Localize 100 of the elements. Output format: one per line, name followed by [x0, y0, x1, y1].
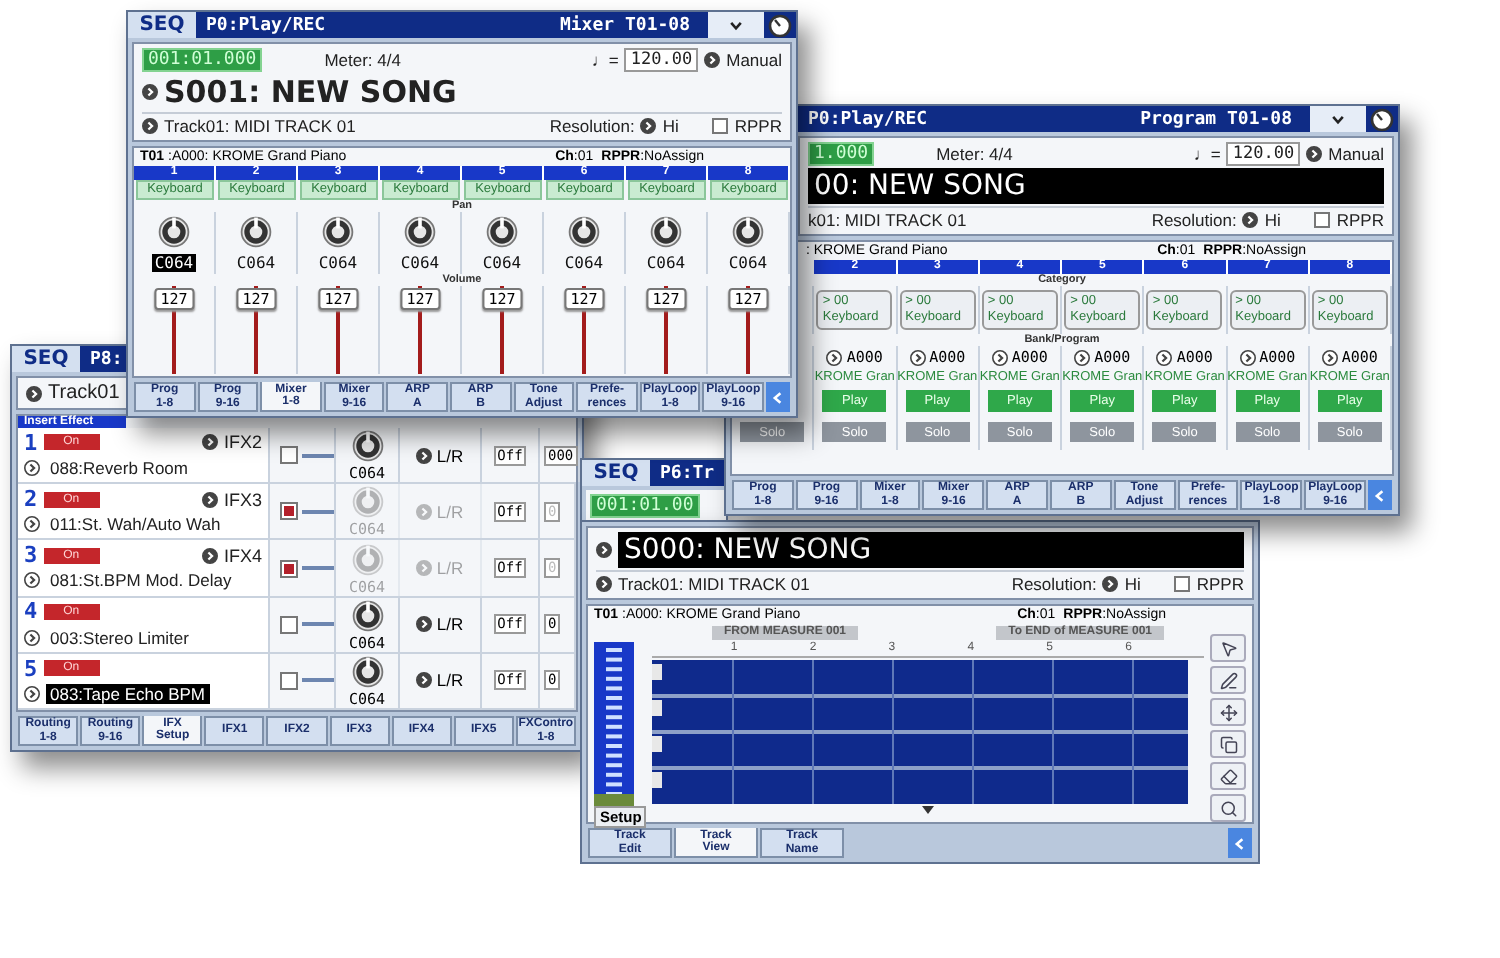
circle-arrow-icon	[991, 349, 1008, 365]
chevron-left-icon	[769, 389, 786, 405]
routing-line	[302, 566, 334, 570]
tempo-mark: ♩=	[591, 49, 619, 69]
circle-arrow-icon	[24, 572, 40, 589]
effect-name[interactable]: 003:Stereo Limiter	[46, 627, 193, 647]
knob-icon	[349, 541, 385, 577]
search-tool-button[interactable]	[1210, 794, 1246, 822]
pan-value[interactable]: C064	[398, 254, 442, 272]
output-label[interactable]: L/R	[436, 614, 464, 635]
routing-line	[302, 678, 334, 683]
chain-label[interactable]: IFX2	[223, 432, 262, 453]
chain-label[interactable]: IFX3	[223, 489, 262, 509]
dropdown-button[interactable]	[708, 12, 764, 38]
pan-value[interactable]: C064	[480, 254, 524, 272]
pan-value[interactable]: C064	[316, 254, 360, 272]
chain-checkbox[interactable]	[280, 502, 298, 521]
circle-arrow-icon	[596, 576, 612, 592]
tempo-field[interactable]: 120.00	[624, 47, 699, 71]
knob-icon	[320, 214, 356, 250]
scroll-left-button[interactable]	[1228, 828, 1252, 858]
tempo-field[interactable]: 120.00	[1226, 141, 1301, 165]
pan-value[interactable]: C064	[234, 254, 278, 272]
location-display: 1.000	[808, 141, 875, 165]
clock-icon[interactable]	[768, 13, 792, 37]
track-name[interactable]: Track01: MIDI TRACK 01	[164, 116, 356, 136]
chain-checkbox[interactable]	[280, 446, 298, 465]
slot-number: 5	[24, 657, 38, 680]
pointer-tool-button[interactable]	[1210, 634, 1246, 662]
circle-arrow-icon	[201, 491, 218, 507]
mode-tab[interactable]: SEQ	[12, 346, 80, 372]
page-title: P0:Play/REC	[806, 107, 930, 132]
effect-name[interactable]: 081:St.BPM Mod. Delay	[46, 570, 236, 591]
chain-checkbox[interactable]	[280, 615, 298, 634]
scroll-left-button[interactable]	[1367, 480, 1392, 510]
circle-arrow-icon	[640, 118, 657, 134]
scroll-left-button[interactable]	[765, 382, 790, 412]
chain-label[interactable]: IFX4	[223, 545, 262, 566]
chain-checkbox[interactable]	[280, 671, 298, 690]
page-title: P8:	[88, 347, 125, 372]
output-label[interactable]: L/R	[436, 445, 464, 466]
effect-name[interactable]: 088:Reverb Room	[46, 457, 192, 478]
circle-arrow-icon	[416, 503, 433, 520]
meter-label: Meter: 4/4	[936, 143, 1013, 163]
resolution-value[interactable]: Hi	[662, 116, 679, 136]
effect-name[interactable]: 011:St. Wah/Auto Wah	[46, 514, 225, 535]
rppr-checkbox[interactable]: RPPR	[712, 116, 782, 136]
page-title: P6:Tr	[658, 461, 717, 486]
chain-checkbox[interactable]	[280, 559, 298, 577]
resolution-value[interactable]: Hi	[1264, 210, 1281, 230]
circle-arrow-icon	[24, 459, 40, 476]
pointer-icon	[1219, 639, 1237, 657]
pan-value[interactable]: C064	[562, 254, 606, 272]
location-display: 001:01.000	[142, 47, 263, 71]
song-name[interactable]: S000: NEW SONG	[618, 532, 1244, 568]
output-label[interactable]: L/R	[436, 670, 464, 691]
circle-arrow-icon	[1074, 349, 1091, 365]
circle-arrow-icon	[704, 51, 721, 67]
knob-icon	[349, 484, 385, 521]
knob-icon	[402, 214, 438, 250]
tempo-mark: ♩=	[1193, 143, 1221, 163]
pan-value[interactable]: C064	[152, 254, 196, 272]
page-title: P0:Play/REC	[204, 13, 328, 38]
mode-tab[interactable]: SEQ	[128, 12, 196, 38]
circle-arrow-icon	[416, 616, 433, 633]
effect-name[interactable]: 083:Tape Echo BPM	[46, 683, 209, 704]
mode-tab[interactable]: SEQ	[582, 460, 650, 486]
circle-arrow-icon	[416, 672, 433, 689]
song-name[interactable]: S001: NEW SONG	[164, 74, 457, 110]
circle-arrow-icon	[1239, 349, 1256, 365]
circle-arrow-icon	[142, 84, 158, 100]
pan-value[interactable]: C064	[644, 254, 688, 272]
knob-icon	[566, 214, 602, 250]
resolution-value[interactable]: Hi	[1124, 574, 1141, 594]
circle-arrow-icon	[142, 118, 158, 134]
move-tool-button[interactable]	[1210, 698, 1246, 726]
slot-number: 3	[24, 544, 38, 567]
knob-icon	[484, 214, 520, 250]
pan-value[interactable]: C064	[726, 254, 770, 272]
pencil-tool-button[interactable]	[1210, 666, 1246, 694]
circle-arrow-icon	[416, 447, 433, 464]
routing-line	[302, 453, 334, 458]
clock-icon[interactable]	[1370, 107, 1394, 131]
track-name[interactable]: Track01: MIDI TRACK 01	[618, 574, 810, 594]
rppr-checkbox[interactable]: RPPR	[1314, 210, 1384, 230]
song-name[interactable]: 00: NEW SONG	[808, 168, 1384, 204]
location-display: 001:01.00	[590, 494, 700, 518]
eraser-tool-button[interactable]	[1210, 762, 1246, 790]
track-name[interactable]: Track01	[48, 382, 120, 404]
circle-arrow-icon	[26, 385, 42, 401]
track-name[interactable]: k01: MIDI TRACK 01	[808, 210, 967, 230]
circle-arrow-icon	[1242, 212, 1259, 228]
tempo-mode: Manual	[1328, 143, 1384, 163]
dropdown-button[interactable]	[1310, 106, 1366, 132]
circle-arrow-icon	[596, 542, 612, 558]
copy-tool-button[interactable]	[1210, 730, 1246, 758]
slot-number: 2	[24, 488, 38, 510]
search-icon	[1219, 799, 1237, 817]
tempo-mode: Manual	[726, 49, 782, 69]
rppr-checkbox[interactable]: RPPR	[1174, 574, 1244, 594]
